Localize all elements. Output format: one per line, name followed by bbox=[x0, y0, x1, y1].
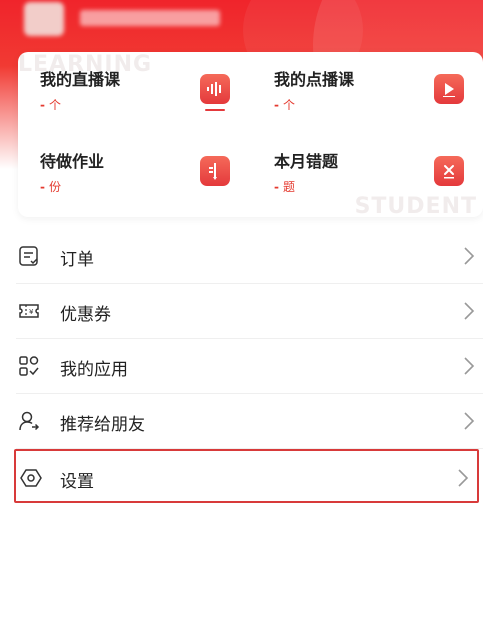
menu-item-settings[interactable]: 设置 bbox=[14, 449, 479, 503]
menu-item-orders[interactable]: 订单 bbox=[16, 229, 483, 284]
icon-underline bbox=[205, 109, 225, 111]
chevron-right-icon bbox=[464, 302, 475, 320]
stat-dash: - bbox=[40, 180, 45, 194]
stat-unit: 个 bbox=[48, 98, 61, 112]
chevron-right-icon bbox=[464, 357, 475, 375]
chevron-right-icon bbox=[464, 412, 475, 430]
svg-text:¥: ¥ bbox=[29, 308, 34, 316]
menu-item-coupons[interactable]: ¥ 优惠券 bbox=[16, 284, 483, 339]
menu-item-label: 推荐给朋友 bbox=[60, 415, 145, 435]
stat-unit: 题 bbox=[282, 180, 295, 194]
stat-dash: - bbox=[40, 98, 45, 112]
stat-value: -题 bbox=[274, 178, 295, 195]
stat-live-courses[interactable]: 我的直播课 -个 bbox=[18, 52, 248, 134]
stat-title: 我的点播课 bbox=[274, 70, 355, 89]
profile-header: LEARNING STUDENT 我的直播课 -个 我的点播课 -个 待做作业 … bbox=[0, 0, 483, 235]
menu-item-label: 订单 bbox=[60, 250, 94, 270]
apps-icon bbox=[19, 356, 39, 376]
menu-item-recommend[interactable]: 推荐给朋友 bbox=[16, 394, 483, 449]
settings-icon bbox=[20, 469, 42, 487]
stat-title: 本月错题 bbox=[274, 152, 339, 171]
username-blurred bbox=[80, 10, 220, 26]
study-stats-card: LEARNING STUDENT 我的直播课 -个 我的点播课 -个 待做作业 … bbox=[18, 52, 483, 217]
order-icon bbox=[19, 246, 38, 266]
live-audio-icon bbox=[200, 74, 230, 111]
play-icon bbox=[434, 74, 464, 104]
avatar[interactable] bbox=[24, 2, 64, 36]
stat-dash: - bbox=[274, 98, 279, 112]
coupon-icon: ¥ bbox=[19, 304, 39, 318]
stat-value: -个 bbox=[40, 96, 61, 113]
stat-pending-homework[interactable]: 待做作业 -份 bbox=[18, 134, 248, 216]
chevron-right-icon bbox=[458, 469, 469, 487]
chevron-right-icon bbox=[464, 247, 475, 265]
menu-item-label: 我的应用 bbox=[60, 360, 128, 380]
stat-value: -份 bbox=[40, 178, 61, 195]
stat-title: 待做作业 bbox=[40, 152, 105, 171]
homework-icon bbox=[200, 156, 230, 186]
menu-item-my-apps[interactable]: 我的应用 bbox=[16, 339, 483, 394]
stat-title: 我的直播课 bbox=[40, 70, 121, 89]
menu-item-label: 优惠券 bbox=[60, 305, 111, 325]
share-user-icon bbox=[19, 411, 40, 431]
menu-item-label: 设置 bbox=[60, 472, 94, 492]
stat-vod-courses[interactable]: 我的点播课 -个 bbox=[252, 52, 482, 134]
settings-menu: 订单 ¥ 优惠券 我的应用 推荐给朋友 设置 bbox=[0, 229, 483, 503]
stat-unit: 个 bbox=[282, 98, 295, 112]
wrong-question-icon bbox=[434, 156, 464, 186]
stat-dash: - bbox=[274, 180, 279, 194]
stat-unit: 份 bbox=[48, 180, 61, 194]
stat-value: -个 bbox=[274, 96, 295, 113]
stat-monthly-mistakes[interactable]: 本月错题 -题 bbox=[252, 134, 482, 216]
